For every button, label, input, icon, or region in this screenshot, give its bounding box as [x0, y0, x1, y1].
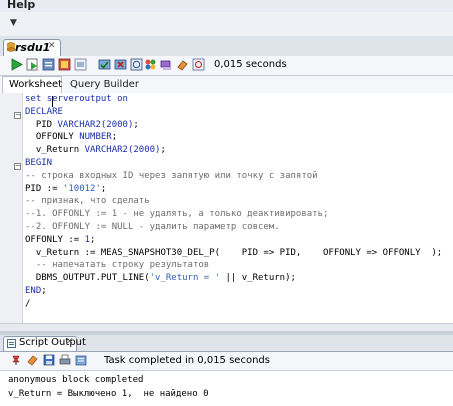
code-token: --1. OFFONLY := 1 - не удалять, а только…	[25, 209, 329, 220]
clear-history-icon[interactable]	[192, 58, 205, 71]
code-token: DECLARE	[25, 106, 63, 117]
sql-code[interactable]: set serveroutput on DECLARE PID VARCHAR2(…	[25, 93, 445, 311]
run-statement-icon[interactable]	[10, 58, 23, 71]
menu-bar	[0, 0, 453, 12]
code-token: -- признак, что сделать	[25, 196, 150, 207]
code-token: -- напечатать строку результатов	[25, 260, 210, 271]
code-line[interactable]: -- строка входных ID через запятую или т…	[25, 170, 445, 183]
code-token: '10012'	[62, 183, 101, 194]
text-caret	[52, 96, 53, 107]
fold-toggle-icon[interactable]: −	[14, 112, 21, 119]
code-line[interactable]: END;	[25, 285, 445, 298]
open-file-icon[interactable]	[75, 354, 87, 366]
close-icon[interactable]: ✕	[66, 337, 74, 347]
code-token: PID	[25, 119, 58, 130]
script-output-icon	[7, 339, 16, 348]
explain-plan-icon[interactable]	[42, 58, 55, 71]
code-line[interactable]: BEGIN	[25, 157, 445, 170]
rollback-icon[interactable]	[114, 58, 127, 71]
main-toolbar-strip	[0, 12, 453, 37]
dropdown-arrow-icon[interactable]: ▼	[10, 18, 17, 28]
code-line[interactable]: OFFONLY := 1;	[25, 234, 445, 247]
code-line[interactable]: PID VARCHAR2(2000);	[25, 119, 445, 132]
menu-help[interactable]: Help	[7, 0, 35, 11]
tab-worksheet-label: Worksheet	[9, 79, 63, 90]
code-token: /	[25, 298, 31, 309]
code-token: || v_Return);	[220, 273, 296, 284]
execution-time-label: 0,015 seconds	[214, 59, 287, 70]
code-token: ;	[100, 183, 107, 194]
code-token: BEGIN	[25, 157, 53, 168]
code-token: --2. OFFONLY := NULL - удалить параметр …	[25, 221, 280, 232]
code-line[interactable]: -- признак, что сделать	[25, 195, 445, 208]
code-token: serveroutput on	[46, 94, 128, 104]
print-icon[interactable]	[59, 354, 71, 366]
sql-tuning-icon[interactable]	[144, 58, 157, 71]
code-token: ;	[90, 234, 96, 245]
code-token: PID :=	[25, 183, 63, 194]
task-status-text: Task completed in 0,015 seconds	[104, 355, 270, 366]
code-line[interactable]: set serveroutput on	[25, 93, 445, 106]
code-line[interactable]: v_Return VARCHAR2(2000);	[25, 144, 445, 157]
code-token: VARCHAR2(2000)	[84, 145, 161, 156]
code-token: ;	[111, 132, 118, 143]
code-token: -- строка входных ID через запятую или т…	[25, 170, 318, 181]
code-line[interactable]: PID := '10012';	[25, 183, 445, 196]
code-token: v_Return := MEAS_SNAPSHOT30_DEL_P( PID =…	[25, 247, 443, 258]
pin-icon[interactable]	[10, 354, 22, 366]
code-line[interactable]: OFFONLY NUMBER;	[25, 131, 445, 144]
code-token: ;	[41, 285, 47, 296]
eraser-icon[interactable]	[176, 58, 189, 71]
worksheet-subtabs	[0, 76, 453, 94]
code-token: END	[25, 285, 42, 296]
output-line: v_Return = Выключено 1, не найдено 0	[8, 389, 209, 399]
code-line[interactable]: v_Return := MEAS_SNAPSHOT30_DEL_P( PID =…	[25, 247, 445, 260]
editor-tab-row	[0, 36, 453, 57]
code-token: ;	[160, 145, 166, 156]
code-line[interactable]: -- напечатать строку результатов	[25, 259, 445, 272]
code-token: v_Return	[25, 145, 85, 156]
close-icon[interactable]: ✕	[48, 41, 56, 51]
code-line[interactable]: DBMS_OUTPUT.PUT_LINE('v_Return = ' || v_…	[25, 272, 445, 285]
run-script-icon[interactable]	[26, 58, 39, 71]
output-line: anonymous block completed	[8, 375, 144, 385]
tab-query-builder[interactable]: Query Builder	[70, 79, 139, 90]
code-token: VARCHAR2(2000)	[57, 119, 134, 130]
commit-icon[interactable]	[98, 58, 111, 71]
editor-gutter: − −	[0, 93, 23, 323]
clear-output-icon[interactable]	[27, 354, 39, 366]
code-token: ;	[133, 119, 139, 130]
code-token: NUMBER	[79, 132, 112, 143]
code-line[interactable]: DECLARE	[25, 106, 445, 119]
format-sql-icon[interactable]	[160, 58, 173, 71]
code-line[interactable]: --2. OFFONLY := NULL - удалить параметр …	[25, 221, 445, 234]
code-token: DBMS_OUTPUT.PUT_LINE(	[25, 273, 150, 284]
clear-icon[interactable]	[74, 58, 87, 71]
code-token: 'v_Return = '	[149, 273, 221, 284]
save-icon[interactable]	[43, 354, 55, 366]
code-token: set	[25, 94, 47, 104]
sql-history-icon[interactable]	[130, 58, 143, 71]
autotrace-icon[interactable]	[58, 58, 71, 71]
code-token: OFFONLY	[25, 132, 80, 143]
code-token: OFFONLY :=	[25, 234, 85, 245]
tab-script-output-label: Script Output	[19, 337, 86, 348]
fold-toggle-icon[interactable]: −	[14, 163, 21, 170]
code-line[interactable]: /	[25, 298, 445, 311]
code-line[interactable]: --1. OFFONLY := 1 - не удалять, а только…	[25, 208, 445, 221]
script-output-text: anonymous block completed v_Return = Выкл…	[8, 373, 208, 401]
tab-rsdu1-label: rsdu1	[15, 41, 51, 54]
